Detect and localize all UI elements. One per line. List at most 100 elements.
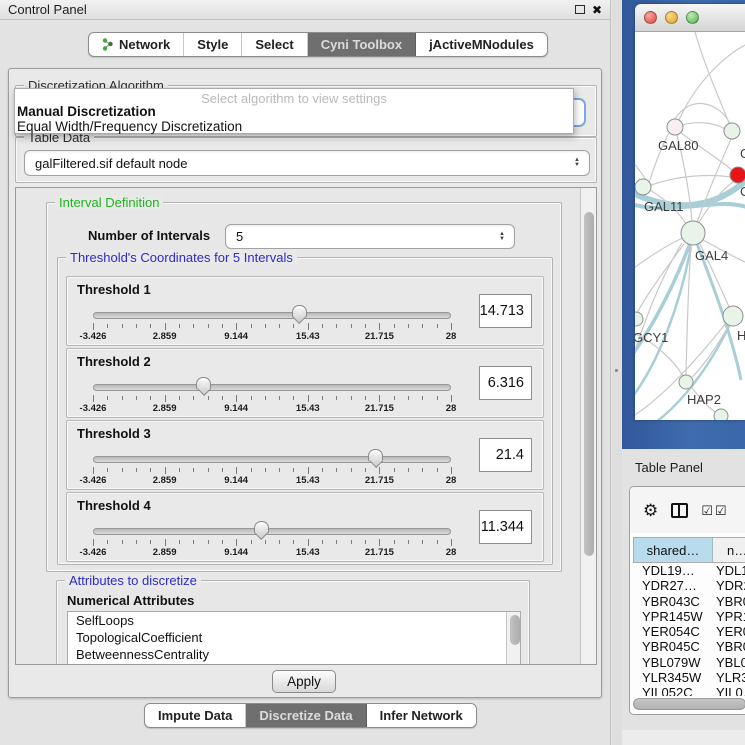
network-node[interactable] <box>681 221 705 245</box>
slider-thumb[interactable] <box>292 305 307 325</box>
slider-track[interactable] <box>93 528 451 535</box>
cell-shared-name[interactable]: YER054C <box>633 624 712 639</box>
network-node[interactable] <box>667 119 683 135</box>
threshold-slider[interactable]: -3.4262.8599.14415.4321.71528 <box>93 454 451 484</box>
checkbox-icon[interactable]: ☑ <box>701 504 713 517</box>
cell-name[interactable]: YBR0… <box>712 594 745 609</box>
list-item[interactable]: SelfLoops <box>68 612 520 629</box>
network-node[interactable] <box>679 375 693 389</box>
table-row[interactable]: YBR043CYBR0… <box>633 594 745 609</box>
network-node[interactable] <box>723 306 743 326</box>
cell-shared-name[interactable]: YBL079W <box>633 655 712 670</box>
table-data-combobox[interactable]: galFiltered.sif default node ▲▼ <box>24 150 590 176</box>
divider-grip[interactable] <box>615 369 618 372</box>
table-row[interactable]: YDL19…YDL1… <box>633 563 745 578</box>
tab-cyni-toolbox[interactable]: Cyni Toolbox <box>308 33 416 56</box>
list-scrollbar[interactable] <box>506 612 520 665</box>
threshold-slider[interactable]: -3.4262.8599.14415.4321.71528 <box>93 310 451 340</box>
cell-name[interactable]: YBL0… <box>712 655 745 670</box>
mac-zoom-button[interactable] <box>686 11 699 24</box>
tick-mark <box>336 468 337 472</box>
cell-shared-name[interactable]: YPR145W <box>633 609 712 624</box>
cell-shared-name[interactable]: YBR043C <box>633 594 712 609</box>
network-node[interactable] <box>635 312 643 326</box>
cell-name[interactable]: YPR1… <box>712 609 745 624</box>
tab-infer-network[interactable]: Infer Network <box>367 704 476 727</box>
slider-thumb[interactable] <box>196 377 211 397</box>
table-row[interactable]: YLR345WYLR3… <box>633 670 745 685</box>
mac-minimize-button[interactable] <box>665 11 678 24</box>
network-node[interactable] <box>724 123 740 139</box>
threshold-value-field[interactable]: 14.713 <box>479 294 532 328</box>
cell-name[interactable]: YER0… <box>712 624 745 639</box>
gear-icon[interactable]: ⚙ <box>643 502 658 519</box>
tab-label: Impute Data <box>158 708 232 723</box>
network-node[interactable] <box>635 179 651 195</box>
network-edge[interactable] <box>692 325 729 377</box>
slider-thumb[interactable] <box>368 449 383 469</box>
slider-track[interactable] <box>93 384 451 391</box>
list-item[interactable]: BetweennessCentrality <box>68 646 520 663</box>
tab-network[interactable]: Network <box>89 33 184 56</box>
panel-divider[interactable] <box>612 0 622 745</box>
cell-name[interactable]: YDL1… <box>712 563 745 578</box>
table-row[interactable]: YER054CYER0… <box>633 624 745 639</box>
slider-track[interactable] <box>93 312 451 319</box>
cell-shared-name[interactable]: YDL19… <box>633 563 712 578</box>
column-header-shared-name[interactable]: shared… <box>634 538 713 562</box>
popup-option-manual-discretization[interactable]: Manual Discretization <box>15 104 573 119</box>
num-intervals-combobox[interactable]: 5 ▲▼ <box>225 224 515 249</box>
table-row[interactable]: YBR045CYBR0… <box>633 639 745 654</box>
columns-icon[interactable] <box>671 503 688 518</box>
threshold-value-field[interactable]: 6.316 <box>479 366 532 400</box>
cell-name[interactable]: YBR0… <box>712 639 745 654</box>
threshold-value-field[interactable]: 21.4 <box>479 438 532 472</box>
slider-thumb[interactable] <box>254 521 269 541</box>
tab-impute-data[interactable]: Impute Data <box>145 704 246 727</box>
checkbox-icon[interactable]: ☑ <box>715 504 727 517</box>
close-icon[interactable]: ✖ <box>592 5 602 15</box>
table-row[interactable]: YDR27…YDR2… <box>633 578 745 593</box>
tick-mark <box>107 540 108 544</box>
tab-style[interactable]: Style <box>184 33 242 56</box>
float-window-icon[interactable] <box>575 5 585 14</box>
cell-name[interactable]: YDR2… <box>712 578 745 593</box>
cell-shared-name[interactable]: YLR345W <box>633 670 712 685</box>
cell-name[interactable]: YIL0… <box>712 685 745 696</box>
tick-label: 9.144 <box>224 331 248 342</box>
network-edge[interactable] <box>682 123 725 129</box>
network-edge[interactable] <box>651 176 731 185</box>
tab-discretize-data[interactable]: Discretize Data <box>246 704 366 727</box>
cell-shared-name[interactable]: YIL052C <box>633 685 712 696</box>
table-horizontal-scrollbar[interactable] <box>633 698 745 710</box>
cell-shared-name[interactable]: YBR045C <box>633 639 712 654</box>
tab-select[interactable]: Select <box>242 33 307 56</box>
network-edge[interactable] <box>695 32 729 123</box>
scrollbar-thumb[interactable] <box>510 615 520 645</box>
cell-shared-name[interactable]: YDR27… <box>633 578 712 593</box>
threshold-value-field[interactable]: 11.344 <box>479 510 532 544</box>
network-node[interactable] <box>714 409 728 420</box>
tab-jactivemnodules[interactable]: jActiveMNodules <box>416 33 547 56</box>
network-canvas[interactable]: GAL80GACGAL11GAL4GCY1HHAP2 <box>635 32 745 420</box>
tick-mark <box>193 468 194 472</box>
tick-label: 9.144 <box>224 547 248 558</box>
cell-name[interactable]: YLR3… <box>712 670 745 685</box>
list-item[interactable]: TopologicalCoefficient <box>68 629 520 646</box>
network-edge[interactable] <box>697 139 731 222</box>
popup-option-equal-width-frequency[interactable]: Equal Width/Frequency Discretization <box>15 119 573 134</box>
mac-close-button[interactable] <box>644 11 657 24</box>
tick-mark <box>193 540 194 544</box>
scrollbar-thumb[interactable] <box>584 212 594 556</box>
apply-button[interactable]: Apply <box>272 670 336 693</box>
settings-scrollbar[interactable] <box>580 188 596 665</box>
network-node[interactable] <box>730 167 745 183</box>
table-row[interactable]: YPR145WYPR1… <box>633 609 745 624</box>
tick-mark <box>279 468 280 472</box>
threshold-slider[interactable]: -3.4262.8599.14415.4321.71528 <box>93 382 451 412</box>
column-header-name[interactable]: n… <box>713 538 745 562</box>
table-row[interactable]: YBL079WYBL0… <box>633 655 745 670</box>
table-row[interactable]: YIL052CYIL0… <box>633 685 745 696</box>
threshold-slider[interactable]: -3.4262.8599.14415.4321.71528 <box>93 526 451 556</box>
slider-track[interactable] <box>93 456 451 463</box>
